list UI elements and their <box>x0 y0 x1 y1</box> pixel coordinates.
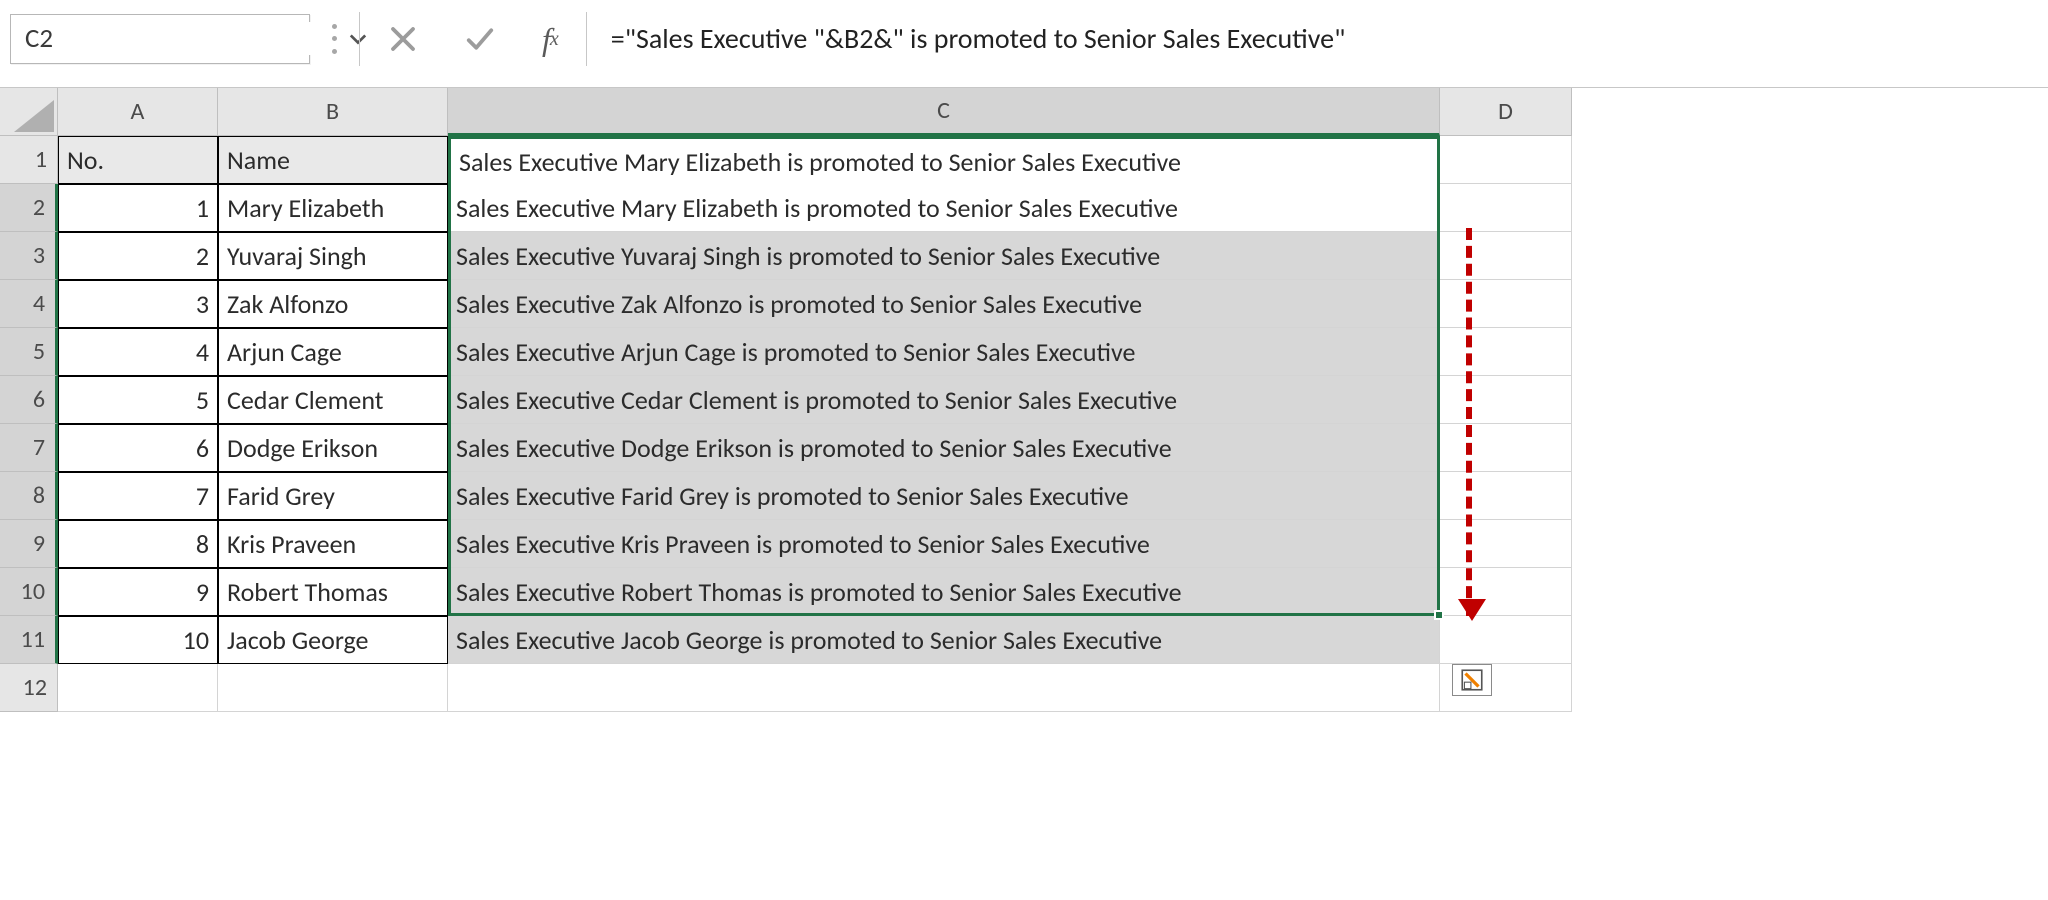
row-header-3[interactable]: 3 <box>0 232 58 280</box>
cell-a2[interactable]: 1 <box>58 184 218 232</box>
cell-b6[interactable]: Cedar Clement <box>218 376 448 424</box>
row-header-11[interactable]: 11 <box>0 616 58 664</box>
column-header-d[interactable]: D <box>1440 88 1572 136</box>
divider <box>586 12 587 66</box>
cell-c6[interactable]: Sales Executive Cedar Clement is promote… <box>448 376 1440 424</box>
row-header-7[interactable]: 7 <box>0 424 58 472</box>
fill-handle[interactable] <box>1434 610 1444 620</box>
name-box[interactable] <box>10 14 310 64</box>
enter-icon[interactable] <box>462 24 498 54</box>
row-header-10[interactable]: 10 <box>0 568 58 616</box>
formula-bar-buttons: fx <box>376 14 570 64</box>
insert-function-icon[interactable]: fx <box>542 23 558 55</box>
cell-b2[interactable]: Mary Elizabeth <box>218 184 448 232</box>
spreadsheet-grid[interactable]: A B C D 1 No. Name New text 2 1 Mary Eli… <box>0 88 2048 712</box>
cancel-icon[interactable] <box>388 24 418 54</box>
row-header-8[interactable]: 8 <box>0 472 58 520</box>
autofill-options-button[interactable] <box>1452 664 1492 696</box>
cell-d7[interactable] <box>1440 424 1572 472</box>
cell-c7[interactable]: Sales Executive Dodge Erikson is promote… <box>448 424 1440 472</box>
cell-c9[interactable]: Sales Executive Kris Praveen is promoted… <box>448 520 1440 568</box>
cell-b7[interactable]: Dodge Erikson <box>218 424 448 472</box>
cell-a12[interactable] <box>58 664 218 712</box>
row-header-1[interactable]: 1 <box>0 136 58 184</box>
cell-a3[interactable]: 2 <box>58 232 218 280</box>
cell-a4[interactable]: 3 <box>58 280 218 328</box>
cell-c3[interactable]: Sales Executive Yuvaraj Singh is promote… <box>448 232 1440 280</box>
cell-a6[interactable]: 5 <box>58 376 218 424</box>
cell-c12[interactable] <box>448 664 1440 712</box>
cell-d8[interactable] <box>1440 472 1572 520</box>
cell-a5[interactable]: 4 <box>58 328 218 376</box>
row-header-2[interactable]: 2 <box>0 184 58 232</box>
formula-bar-area: fx <box>0 0 2048 88</box>
cell-b1[interactable]: Name <box>218 136 448 184</box>
cell-c10[interactable]: Sales Executive Robert Thomas is promote… <box>448 568 1440 616</box>
cell-c11[interactable]: Sales Executive Jacob George is promoted… <box>448 616 1440 664</box>
row-header-12[interactable]: 12 <box>0 664 58 712</box>
cell-c5[interactable]: Sales Executive Arjun Cage is promoted t… <box>448 328 1440 376</box>
cell-a7[interactable]: 6 <box>58 424 218 472</box>
cell-b4[interactable]: Zak Alfonzo <box>218 280 448 328</box>
divider <box>359 12 360 66</box>
cell-d4[interactable] <box>1440 280 1572 328</box>
formula-input[interactable] <box>603 14 2038 64</box>
cell-a8[interactable]: 7 <box>58 472 218 520</box>
row-header-9[interactable]: 9 <box>0 520 58 568</box>
formula-bar-drag-handle-icon[interactable] <box>326 21 343 57</box>
name-box-dropdown-icon[interactable] <box>349 15 367 63</box>
cell-b11[interactable]: Jacob George <box>218 616 448 664</box>
row-header-4[interactable]: 4 <box>0 280 58 328</box>
cell-c8[interactable]: Sales Executive Farid Grey is promoted t… <box>448 472 1440 520</box>
cell-a1[interactable]: No. <box>58 136 218 184</box>
cell-d11[interactable] <box>1440 616 1572 664</box>
cell-b12[interactable] <box>218 664 448 712</box>
annotation-arrow-icon <box>1466 228 1472 616</box>
column-header-b[interactable]: B <box>218 88 448 136</box>
cell-d2[interactable] <box>1440 184 1572 232</box>
cell-c1[interactable]: New text <box>448 136 1440 184</box>
cell-d9[interactable] <box>1440 520 1572 568</box>
cell-b5[interactable]: Arjun Cage <box>218 328 448 376</box>
name-box-input[interactable] <box>11 22 349 55</box>
cell-a10[interactable]: 9 <box>58 568 218 616</box>
row-header-6[interactable]: 6 <box>0 376 58 424</box>
cell-b8[interactable]: Farid Grey <box>218 472 448 520</box>
cell-d1[interactable] <box>1440 136 1572 184</box>
cell-d3[interactable] <box>1440 232 1572 280</box>
cell-b10[interactable]: Robert Thomas <box>218 568 448 616</box>
cell-d6[interactable] <box>1440 376 1572 424</box>
cell-a11[interactable]: 10 <box>58 616 218 664</box>
cell-b9[interactable]: Kris Praveen <box>218 520 448 568</box>
row-header-5[interactable]: 5 <box>0 328 58 376</box>
column-header-c[interactable]: C <box>448 88 1440 136</box>
cell-c2[interactable]: Sales Executive Mary Elizabeth is promot… <box>448 184 1440 232</box>
cell-d5[interactable] <box>1440 328 1572 376</box>
cell-c4[interactable]: Sales Executive Zak Alfonzo is promoted … <box>448 280 1440 328</box>
cell-a9[interactable]: 8 <box>58 520 218 568</box>
select-all-corner[interactable] <box>0 88 58 136</box>
cell-b3[interactable]: Yuvaraj Singh <box>218 232 448 280</box>
column-header-a[interactable]: A <box>58 88 218 136</box>
